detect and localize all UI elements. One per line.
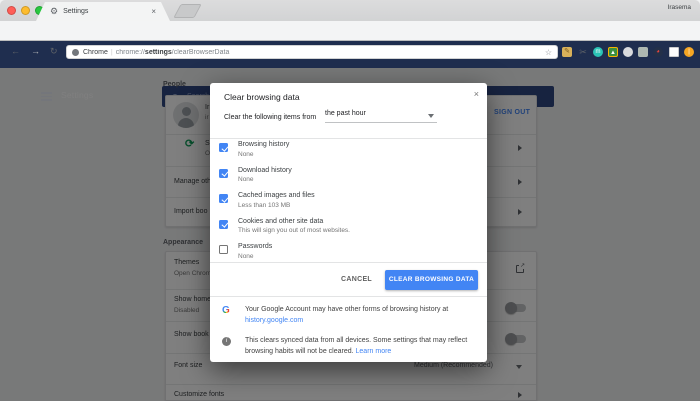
close-tab-icon[interactable]: × (151, 7, 156, 16)
dialog-footer: G Your Google Account may have other for… (210, 296, 487, 362)
tab-settings[interactable]: ⚙ Settings × (36, 2, 170, 21)
list-item[interactable]: Passwords None (210, 241, 487, 263)
dialog-title: Clear browsing data (224, 92, 300, 102)
pen-extension-icon[interactable]: ✎ (562, 47, 572, 57)
learn-more-link[interactable]: Learn more (356, 348, 392, 355)
download-history-checkbox[interactable] (219, 169, 228, 178)
forward-icon: → (31, 47, 40, 56)
orange-extension-icon[interactable]: | (684, 47, 694, 57)
chevron-down-icon (428, 114, 434, 118)
info-icon: i (222, 337, 231, 346)
time-range-dropdown[interactable]: the past hour (325, 110, 437, 123)
google-icon: G (222, 306, 230, 316)
new-tab-button[interactable] (173, 4, 201, 18)
dialog-buttons: CANCEL CLEAR BROWSING DATA (210, 263, 487, 296)
document-extension-icon[interactable] (669, 47, 679, 57)
sync-clear-note: This clears synced data from all devices… (245, 335, 473, 357)
cookies-checkbox[interactable] (219, 220, 228, 229)
item-label: Passwords (238, 243, 272, 250)
screenshot-extension-icon[interactable]: ▲ (608, 47, 618, 57)
reload-icon[interactable]: ↻ (50, 47, 58, 56)
item-sub: None (238, 176, 254, 183)
data-types-list: Browsing history None Download history N… (210, 138, 487, 263)
address-bar[interactable]: Chrome|chrome://settings/clearBrowserDat… (66, 45, 558, 59)
time-range-value: the past hour (325, 110, 366, 117)
browsing-history-checkbox[interactable] (219, 143, 228, 152)
browser-toolbar: ← → ↻ Chrome|chrome://settings/clearBrow… (0, 21, 700, 41)
list-item[interactable]: Cookies and other site data This will si… (210, 216, 487, 242)
scissors-extension-icon[interactable]: ✂ (578, 47, 588, 57)
clear-browsing-data-button[interactable]: CLEAR BROWSING DATA (385, 270, 478, 290)
item-sub: None (238, 151, 254, 158)
minimize-window-button[interactable] (21, 6, 30, 15)
item-sub: None (238, 253, 254, 260)
ghost-extension-icon[interactable] (623, 47, 633, 57)
teal-extension-icon[interactable]: m (593, 47, 603, 57)
tab-title: Settings (63, 8, 151, 15)
back-icon[interactable]: ← (11, 47, 20, 56)
profile-name[interactable]: Irasema (668, 4, 691, 11)
history-google-link[interactable]: history.google.com (245, 315, 473, 326)
cached-files-checkbox[interactable] (219, 194, 228, 203)
item-sub: Less than 103 MB (238, 202, 290, 209)
item-label: Cookies and other site data (238, 218, 323, 225)
list-item[interactable]: Download history None (210, 165, 487, 191)
item-label: Download history (238, 167, 292, 174)
tab-strip: ⚙ Settings × Irasema (0, 0, 700, 21)
url-text: Chrome|chrome://settings/clearBrowserDat… (83, 49, 541, 56)
time-range-label: Clear the following items from (224, 114, 316, 121)
google-account-note: Your Google Account may have other forms… (245, 304, 473, 326)
cancel-button[interactable]: CANCEL (341, 276, 372, 283)
lens-extension-icon[interactable]: ◕ (653, 47, 663, 57)
plant-extension-icon[interactable] (638, 47, 648, 57)
clear-browsing-data-dialog: Clear browsing data × Clear the followin… (210, 83, 487, 362)
close-icon[interactable]: × (474, 90, 479, 99)
chrome-page-icon (72, 49, 79, 56)
close-window-button[interactable] (7, 6, 16, 15)
list-item[interactable]: Cached images and files Less than 103 MB (210, 190, 487, 216)
item-label: Browsing history (238, 141, 289, 148)
bookmark-star-icon[interactable]: ☆ (545, 48, 552, 57)
list-item[interactable]: Browsing history None (210, 139, 487, 165)
item-label: Cached images and files (238, 192, 315, 199)
item-sub: This will sign you out of most websites. (238, 227, 350, 234)
passwords-checkbox[interactable] (219, 245, 228, 254)
gear-icon: ⚙ (50, 7, 58, 16)
